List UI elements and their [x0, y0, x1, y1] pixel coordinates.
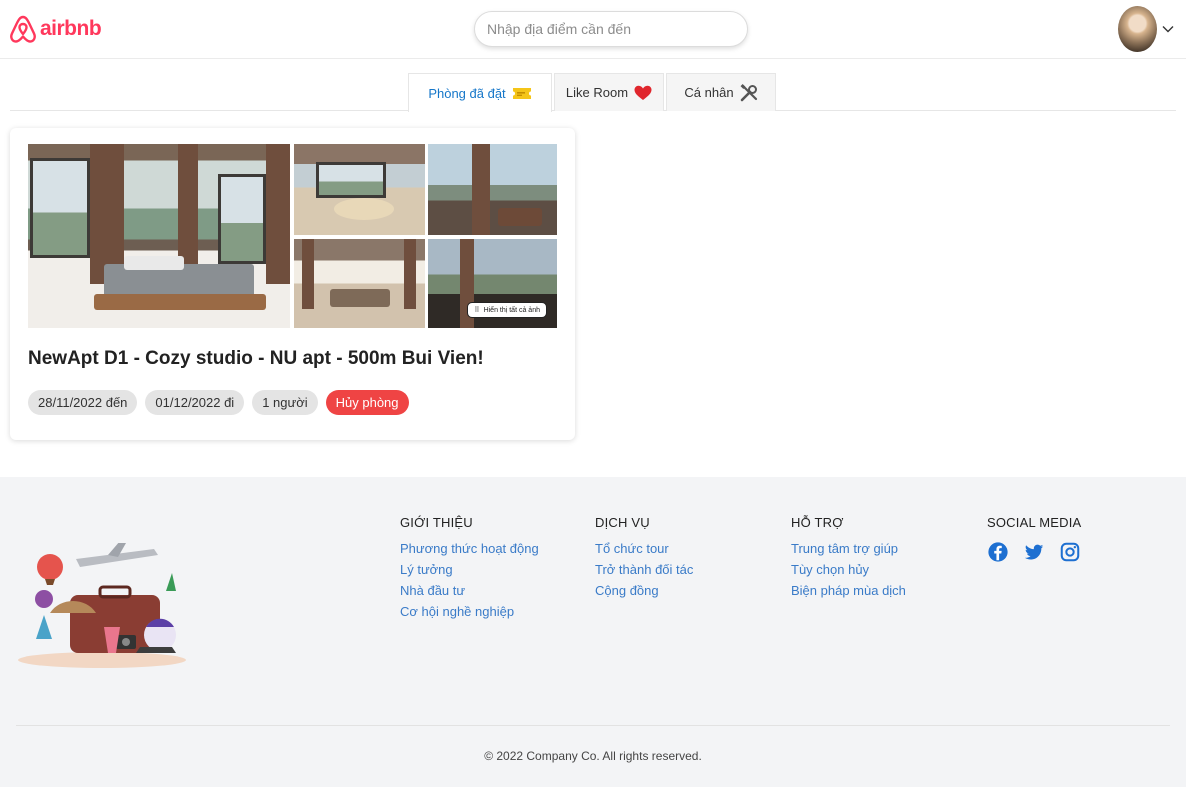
- room-photo-5[interactable]: ⠿ Hiển thị tất cả ảnh: [428, 239, 557, 328]
- profile-tabs: Phòng đã đặt Like Room Cá nhân: [10, 73, 1176, 112]
- room-photo-2[interactable]: [294, 144, 425, 235]
- heart-icon: [634, 85, 652, 100]
- room-photo-main[interactable]: [28, 144, 290, 328]
- booking-details: 28/11/2022 đến 01/12/2022 đi 1 người Hủy…: [28, 390, 409, 415]
- room-photo-3[interactable]: [428, 144, 557, 235]
- footer-heading: HỖ TRỢ: [791, 515, 844, 530]
- footer-link[interactable]: Lý tưởng: [400, 562, 539, 577]
- search-input[interactable]: [474, 11, 748, 47]
- footer-link[interactable]: Biện pháp mùa dịch: [791, 583, 906, 598]
- footer-link[interactable]: Trung tâm trợ giúp: [791, 541, 906, 556]
- footer-divider: [16, 725, 1170, 726]
- ticket-icon: [512, 87, 531, 99]
- room-photo-4[interactable]: [294, 239, 425, 328]
- show-all-label: Hiển thị tất cả ảnh: [483, 306, 540, 314]
- brand-name: airbnb: [40, 17, 102, 40]
- footer-link[interactable]: Trở thành đối tác: [595, 562, 693, 577]
- header: airbnb: [0, 0, 1186, 59]
- guests-badge: 1 người: [252, 390, 318, 415]
- footer: GIỚI THIỆU Phương thức hoạt động Lý tưởn…: [0, 477, 1186, 787]
- travel-illustration: [18, 543, 186, 668]
- show-all-photos-button[interactable]: ⠿ Hiển thị tất cả ảnh: [467, 302, 547, 318]
- user-menu[interactable]: [1118, 6, 1174, 52]
- tab-label: Like Room: [565, 85, 629, 100]
- footer-link[interactable]: Tổ chức tour: [595, 541, 693, 556]
- check-out-badge: 01/12/2022 đi: [145, 390, 245, 415]
- tab-personal[interactable]: Cá nhân: [666, 73, 776, 111]
- footer-column-services: DỊCH VỤ Tổ chức tour Trở thành đối tác C…: [595, 515, 693, 604]
- booking-card: ⠿ Hiển thị tất cả ảnh NewApt D1 - Cozy s…: [10, 128, 575, 440]
- tab-like-room[interactable]: Like Room: [554, 73, 664, 111]
- footer-link[interactable]: Nhà đầu tư: [400, 583, 539, 598]
- social-links: [987, 541, 1081, 563]
- footer-link[interactable]: Phương thức hoạt động: [400, 541, 539, 556]
- footer-link[interactable]: Cộng đồng: [595, 583, 693, 598]
- footer-link[interactable]: Tùy chọn hủy: [791, 562, 906, 577]
- tab-label: Cá nhân: [684, 85, 734, 100]
- footer-link[interactable]: Cơ hội nghề nghiệp: [400, 604, 539, 619]
- airbnb-logo[interactable]: airbnb: [9, 14, 102, 44]
- footer-heading: DỊCH VỤ: [595, 515, 650, 530]
- tab-booked-rooms[interactable]: Phòng đã đặt: [408, 73, 552, 112]
- check-in-badge: 28/11/2022 đến: [28, 390, 138, 415]
- tools-icon: [740, 83, 757, 101]
- facebook-icon[interactable]: [987, 541, 1009, 563]
- room-title[interactable]: NewApt D1 - Cozy studio - NU apt - 500m …: [28, 348, 484, 370]
- tab-label: Phòng đã đặt: [428, 85, 506, 101]
- twitter-icon[interactable]: [1023, 541, 1045, 563]
- instagram-icon[interactable]: [1059, 541, 1081, 563]
- footer-column-support: HỖ TRỢ Trung tâm trợ giúp Tùy chọn hủy B…: [791, 515, 906, 604]
- photo-gallery[interactable]: ⠿ Hiển thị tất cả ảnh: [28, 144, 557, 328]
- copyright-text: © 2022 Company Co. All rights reserved.: [484, 749, 702, 763]
- footer-column-about: GIỚI THIỆU Phương thức hoạt động Lý tưởn…: [400, 515, 539, 625]
- cancel-booking-button[interactable]: Hủy phòng: [325, 390, 409, 415]
- avatar: [1118, 6, 1157, 52]
- grid-icon: ⠿: [474, 307, 480, 314]
- chevron-down-icon: [1162, 26, 1174, 33]
- footer-heading: GIỚI THIỆU: [400, 515, 473, 530]
- footer-heading: SOCIAL MEDIA: [987, 515, 1082, 530]
- airbnb-logo-icon: [10, 15, 36, 43]
- footer-column-social: SOCIAL MEDIA: [987, 515, 1081, 563]
